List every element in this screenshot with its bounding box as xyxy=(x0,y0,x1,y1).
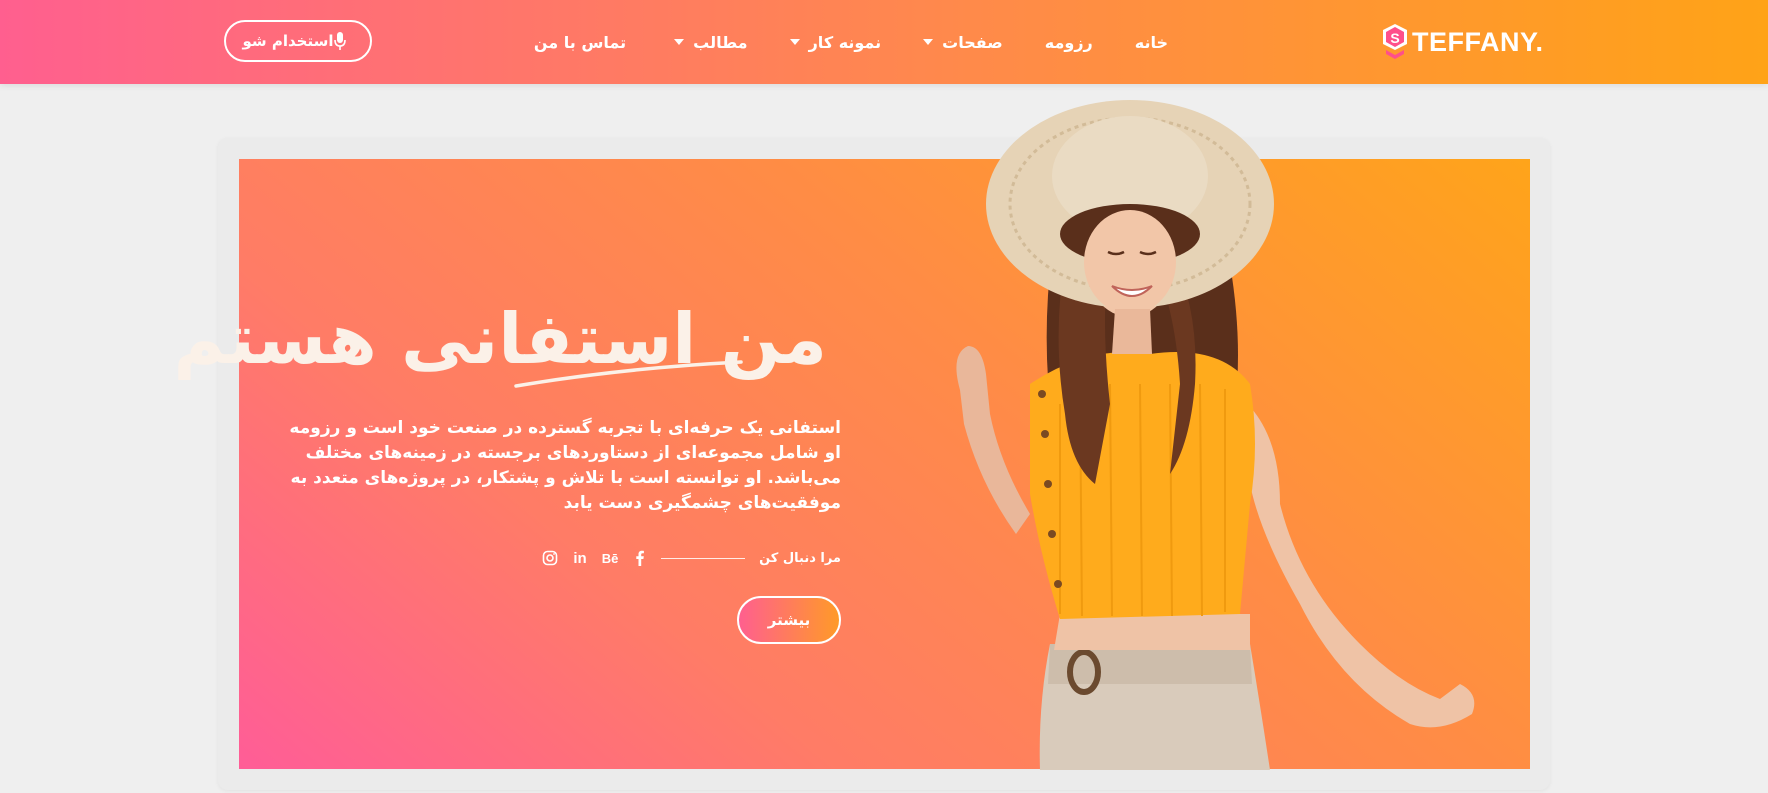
nav-item-portfolio[interactable]: نمونه کار xyxy=(789,32,882,52)
nav-resume-label: رزومه xyxy=(1044,32,1093,52)
follow-me-label: مرا دنبال کن xyxy=(759,550,841,566)
logo-text: TEFFANY. xyxy=(1412,26,1544,57)
microphone-icon xyxy=(333,32,346,50)
logo-mark-icon: S xyxy=(1383,24,1407,59)
nav-item-contact[interactable]: تماس با من xyxy=(534,33,626,52)
nav-home-label: خانه xyxy=(1134,32,1168,52)
linkedin-icon[interactable]: in xyxy=(571,549,589,567)
top-navbar: S TEFFANY. خانه رزومه صفحات نمونه کار مط… xyxy=(0,0,1768,84)
svg-text:S: S xyxy=(1390,30,1399,46)
more-button[interactable]: بیشتر xyxy=(737,596,841,644)
hire-me-label: استخدام شو xyxy=(242,32,334,50)
nav-item-blog[interactable]: مطالب xyxy=(674,32,748,52)
nav-item-home[interactable]: خانه xyxy=(1135,33,1168,52)
instagram-icon[interactable] xyxy=(541,549,559,567)
behance-text: Bē xyxy=(601,550,619,566)
nav-blog-label: مطالب xyxy=(693,32,748,52)
headline-underline-decoration xyxy=(514,360,743,388)
hire-me-button[interactable]: استخدام شو xyxy=(224,20,372,62)
nav-item-resume[interactable]: رزومه xyxy=(1045,33,1093,52)
chevron-down-icon xyxy=(923,39,934,45)
nav-item-pages[interactable]: صفحات xyxy=(923,33,1003,52)
behance-icon[interactable]: Bē xyxy=(601,549,619,567)
chevron-down-icon xyxy=(674,39,685,45)
linkedin-text: in xyxy=(573,549,587,567)
nav-contact-label: تماس با من xyxy=(533,32,627,52)
follow-me-row: مرا دنبال کن Bē in xyxy=(529,548,841,568)
nav-pages-label: صفحات xyxy=(942,32,1003,52)
facebook-icon[interactable] xyxy=(631,549,649,567)
hero-intro-text: استفانی یک حرفه‌ای با تجربه گسترده در صن… xyxy=(289,418,841,513)
headline-part-2: هستم xyxy=(173,298,402,380)
main-nav: خانه رزومه صفحات نمونه کار مطالب تماس با… xyxy=(534,0,1168,84)
more-button-label: بیشتر xyxy=(767,611,811,629)
chevron-down-icon xyxy=(789,39,800,45)
follow-divider xyxy=(661,557,746,559)
site-logo[interactable]: S TEFFANY. xyxy=(1380,20,1544,64)
nav-portfolio-label: نمونه کار xyxy=(808,32,882,52)
hero-portrait-image xyxy=(956,100,1475,770)
